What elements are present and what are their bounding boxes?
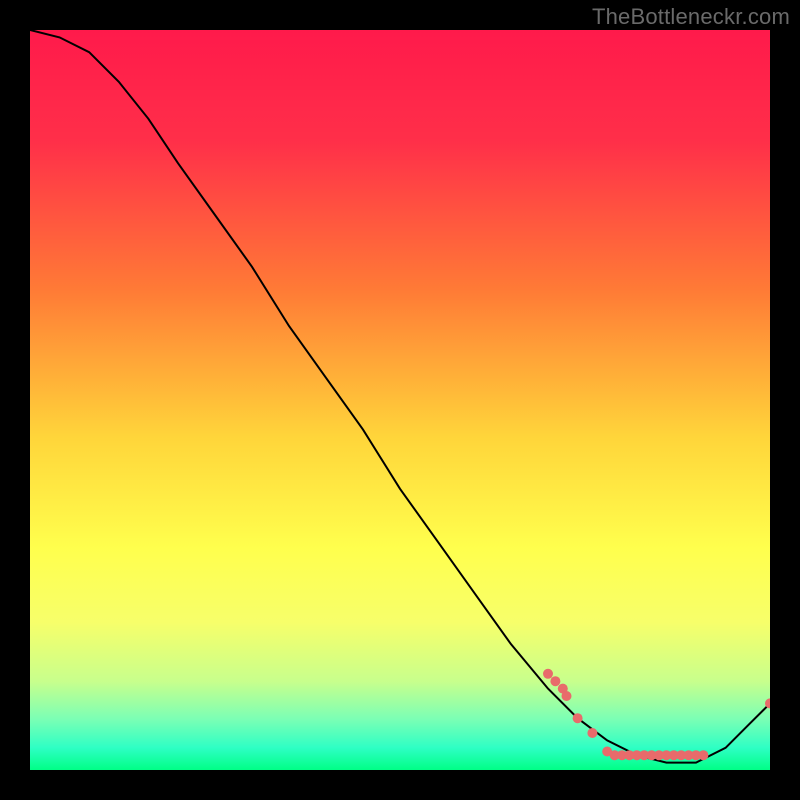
data-marker xyxy=(587,728,597,738)
chart-frame: TheBottleneckr.com xyxy=(0,0,800,800)
watermark-text: TheBottleneckr.com xyxy=(592,4,790,30)
chart-svg xyxy=(30,30,770,770)
data-marker xyxy=(543,669,553,679)
data-marker xyxy=(573,713,583,723)
data-marker xyxy=(698,750,708,760)
data-marker xyxy=(562,691,572,701)
data-marker xyxy=(550,676,560,686)
plot-area xyxy=(30,30,770,770)
chart-background xyxy=(30,30,770,770)
